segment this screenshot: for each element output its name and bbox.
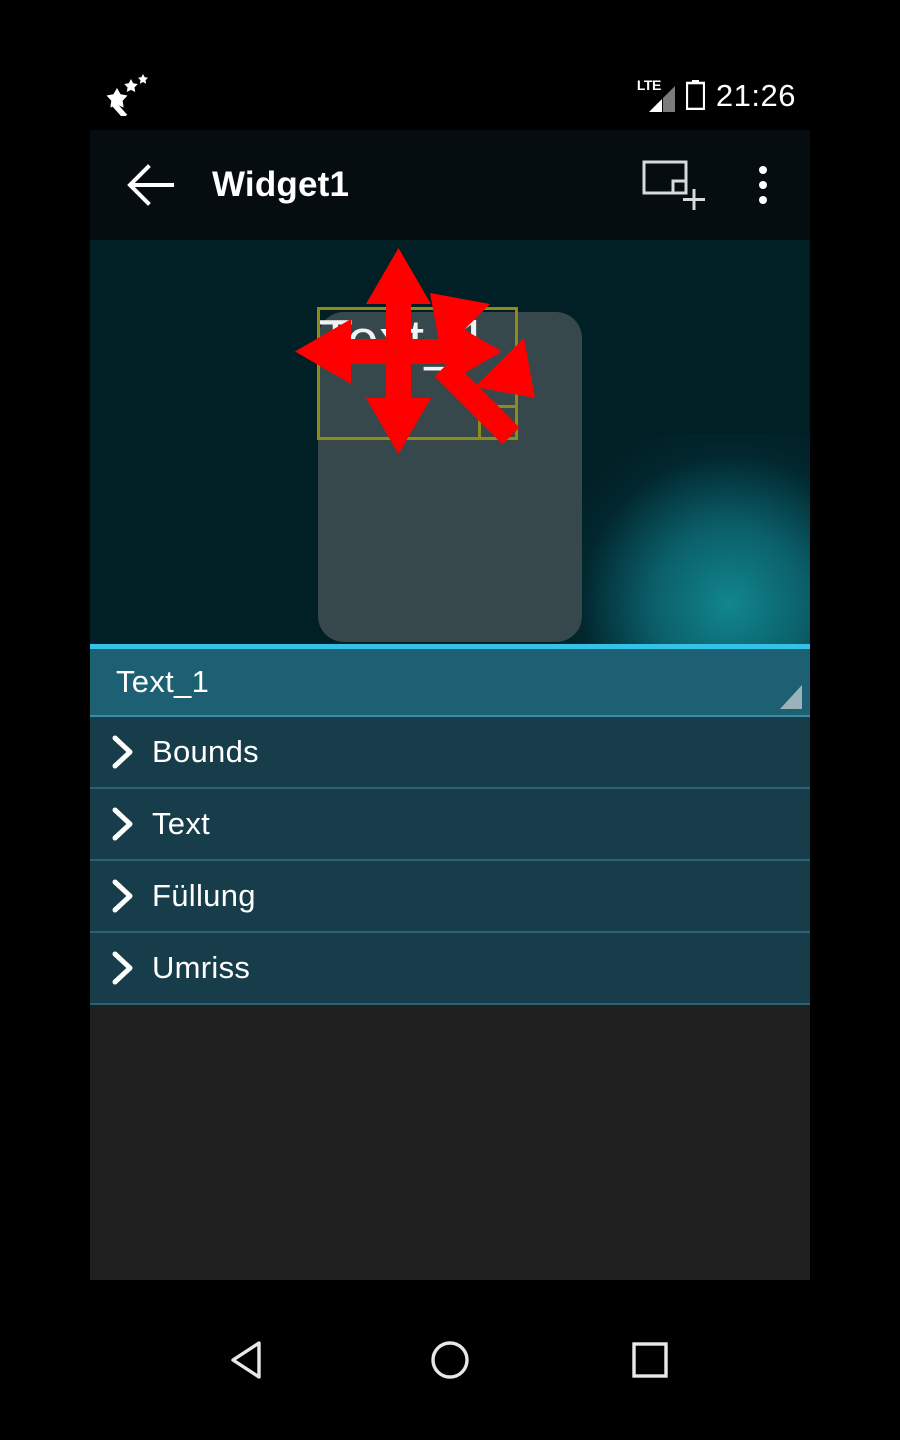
selected-element-name: Text_1 [116, 664, 210, 699]
device-frame: LTE 21:26 Widget1 Text_1 Text_1 Bounds T… [0, 0, 900, 1440]
resize-handle[interactable] [478, 405, 518, 440]
nav-home-circle-icon [431, 1341, 469, 1379]
nav-home-button[interactable] [390, 1280, 510, 1440]
chevron-right-icon [112, 879, 133, 913]
nav-recents-button[interactable] [590, 1280, 710, 1440]
status-icons-group: LTE 21:26 [637, 60, 796, 130]
canvas-glow-decoration [560, 434, 810, 644]
app-bar: Widget1 [90, 130, 810, 240]
chevron-right-icon [112, 735, 133, 769]
nav-back-button[interactable] [190, 1280, 310, 1440]
property-row-label: Text [152, 806, 211, 841]
overflow-dot [759, 181, 767, 189]
selected-element-header[interactable]: Text_1 [90, 644, 810, 717]
phone-screen: LTE 21:26 Widget1 Text_1 Text_1 Bounds T… [90, 60, 810, 1280]
chevron-right-icon [112, 951, 133, 985]
property-row-label: Füllung [152, 878, 256, 913]
status-clock: 21:26 [715, 77, 796, 113]
more-vert-icon[interactable] [740, 158, 786, 212]
status-bar: LTE 21:26 [90, 60, 810, 130]
property-row-label: Umriss [152, 950, 251, 985]
properties-panel: Text_1 Bounds Text Füllung Umriss [90, 644, 810, 1020]
magic-wand-icon [106, 74, 148, 116]
battery-charging-icon [685, 80, 705, 110]
nav-back-triangle-icon [231, 1341, 261, 1379]
property-row-umriss[interactable]: Umriss [90, 933, 810, 1005]
overflow-dot [759, 196, 767, 204]
page-title: Widget1 [212, 165, 350, 204]
property-row-bounds[interactable]: Bounds [90, 717, 810, 789]
widget-preview-canvas[interactable]: Text_1 [90, 240, 810, 644]
expand-corner-triangle-icon [780, 685, 802, 709]
property-row-fuellung[interactable]: Füllung [90, 861, 810, 933]
chevron-right-icon [112, 807, 133, 841]
property-row-text[interactable]: Text [90, 789, 810, 861]
arrow-left-icon[interactable] [126, 158, 180, 212]
android-navigation-bar [0, 1280, 900, 1440]
empty-panel-area [90, 1020, 810, 1280]
signal-bars-icon [648, 86, 675, 112]
property-row-label: Bounds [152, 734, 259, 769]
overflow-dot [759, 166, 767, 174]
lte-signal-indicator: LTE [637, 78, 675, 112]
nav-recents-square-icon [632, 1342, 668, 1378]
add-widget-icon[interactable] [642, 160, 708, 212]
